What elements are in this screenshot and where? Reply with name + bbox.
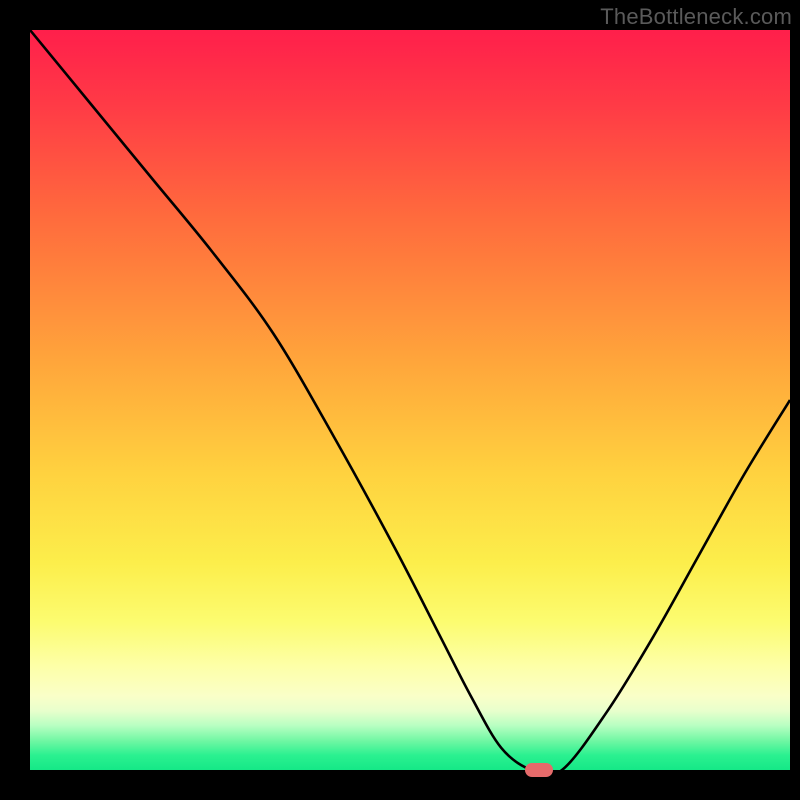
chart-frame: TheBottleneck.com	[0, 0, 800, 800]
bottleneck-curve	[30, 30, 790, 770]
optimum-marker	[525, 763, 553, 777]
plot-area	[30, 30, 790, 770]
watermark-text: TheBottleneck.com	[600, 4, 792, 30]
